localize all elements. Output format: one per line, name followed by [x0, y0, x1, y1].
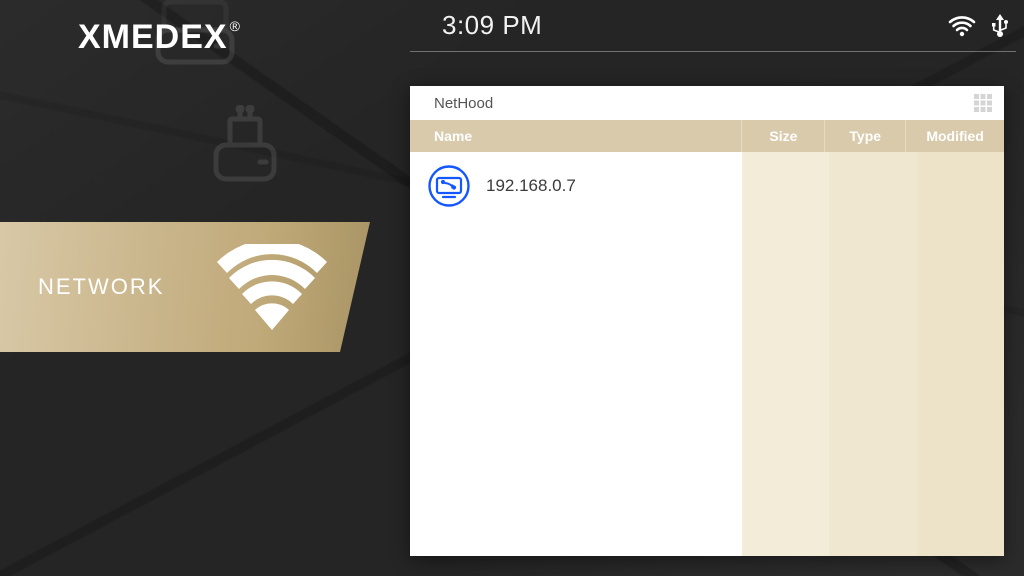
file-rows-area: 192.168.0.7: [410, 152, 1004, 556]
status-icons: [948, 14, 1010, 38]
column-modified[interactable]: Modified: [906, 128, 1004, 144]
external-drive-icon: [150, 0, 240, 70]
column-size[interactable]: Size: [742, 128, 824, 144]
rows-modified-column: [917, 152, 1004, 556]
app-root: 3:09 PM: [0, 0, 1024, 576]
wifi-icon: [948, 15, 976, 37]
usb-icon: [990, 14, 1010, 38]
breadcrumb-bar: NetHood: [410, 86, 1004, 120]
network-share-icon: [428, 165, 470, 207]
breadcrumb[interactable]: NetHood: [434, 95, 493, 112]
rows-meta-columns: [742, 152, 1004, 556]
usb-drive-icon: [210, 105, 280, 185]
wifi-icon: [217, 244, 327, 330]
row-name: 192.168.0.7: [486, 176, 576, 196]
sidebar: XMEDEX®: [0, 0, 395, 576]
grid-view-icon[interactable]: [974, 94, 992, 112]
clock: 3:09 PM: [442, 10, 542, 41]
rows-size-column: [742, 152, 829, 556]
rows-name-column: 192.168.0.7: [410, 152, 742, 556]
sidebar-item-label: NETWORK: [38, 274, 164, 300]
column-type[interactable]: Type: [825, 128, 905, 144]
column-headers: Name Size Type Modified: [410, 120, 1004, 152]
table-row[interactable]: 192.168.0.7: [410, 162, 742, 210]
file-browser-panel: NetHood Name Size Type Modified: [410, 86, 1004, 556]
status-bar: 3:09 PM: [410, 0, 1016, 52]
column-name[interactable]: Name: [410, 128, 741, 144]
sidebar-item-network[interactable]: NETWORK: [0, 222, 395, 352]
rows-type-column: [829, 152, 916, 556]
